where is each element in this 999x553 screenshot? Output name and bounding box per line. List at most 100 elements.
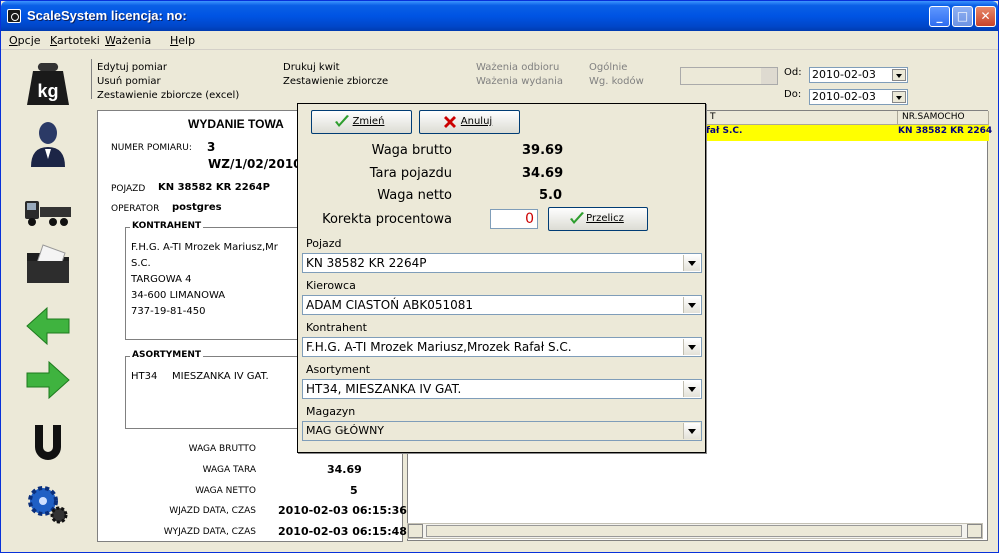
window-title: ScaleSystem licencja: no: xyxy=(27,8,187,23)
arrow-left-icon[interactable] xyxy=(23,301,73,351)
summary-value: 2010-02-03 06:15:36 xyxy=(278,504,407,517)
chevron-down-icon[interactable] xyxy=(683,297,700,313)
contractor-line: S.C. xyxy=(131,258,151,269)
measurement-number-label: NUMER POMIARU: xyxy=(111,143,192,153)
assortment-caption: ASORTYMENT xyxy=(130,350,204,360)
net-weight-value: 5.0 xyxy=(539,188,563,203)
date-from-label: Od: xyxy=(784,67,802,78)
scroll-left-icon[interactable] xyxy=(408,524,423,538)
scroll-right-icon[interactable] xyxy=(967,524,982,538)
summary-label: WAGA NETTO xyxy=(195,486,256,496)
link-delete-measurement[interactable]: Usuń pomiar xyxy=(97,76,161,87)
percent-correction-label: Korekta procentowa xyxy=(322,212,452,227)
left-toolbar: kg xyxy=(15,55,81,545)
change-button[interactable]: Zmień xyxy=(311,110,412,134)
contractor-select[interactable]: F.H.G. A-TI Mrozek Mariusz,Mrozek Rafał … xyxy=(302,337,702,357)
edit-measurement-dialog: Zmień Anuluj Waga brutto 39.69 Tara poja… xyxy=(297,103,706,453)
scroll-thumb[interactable] xyxy=(426,525,962,537)
chevron-down-icon[interactable] xyxy=(683,423,700,439)
operator-value: postgres xyxy=(172,202,222,213)
menu-help[interactable]: Help xyxy=(170,34,195,47)
contractor-caption: KONTRAHENT xyxy=(130,221,204,231)
contractor-line: 34-600 LIMANOWA xyxy=(131,290,226,301)
contractor-line: 737-19-81-450 xyxy=(131,306,206,317)
contractor-field-label: Kontrahent xyxy=(306,321,367,334)
magnet-icon[interactable] xyxy=(23,419,73,469)
cancel-button[interactable]: Anuluj xyxy=(419,110,520,134)
chevron-down-icon[interactable] xyxy=(683,381,700,397)
minimize-button[interactable]: _ xyxy=(929,6,950,27)
assortment-code: HT34 xyxy=(131,371,158,382)
vehicle-label: POJAZD xyxy=(111,184,146,194)
contractor-line: TARGOWA 4 xyxy=(131,274,192,285)
summary-value: 5 xyxy=(350,484,358,497)
table-cell: KN 38582 KR 2264 xyxy=(898,126,993,136)
summary-label: WYJAZD DATA, CZAS xyxy=(163,527,256,537)
title-bar[interactable]: ScaleSystem licencja: no: _ □ ✕ xyxy=(1,1,998,31)
warehouse-field-label: Magazyn xyxy=(306,405,356,418)
link-general[interactable]: Ogólnie xyxy=(589,62,627,73)
date-from-value: 2010-02-03 xyxy=(812,68,876,81)
net-weight-label: Waga netto xyxy=(377,188,452,203)
contractor-line: F.H.G. A-TI Mrozek Mariusz,Mr xyxy=(131,242,278,253)
chevron-down-icon[interactable] xyxy=(683,255,700,271)
close-button[interactable]: ✕ xyxy=(975,6,996,27)
warehouse-select[interactable]: MAG GŁÓWNY xyxy=(302,421,702,441)
date-to-field[interactable]: 2010-02-03 xyxy=(809,89,908,105)
checkmark-icon xyxy=(335,115,349,127)
link-by-codes[interactable]: Wg. kodów xyxy=(589,76,644,87)
column-header[interactable]: T xyxy=(706,111,898,125)
truck-icon[interactable] xyxy=(23,183,73,233)
weight-kg-icon[interactable]: kg xyxy=(23,59,73,109)
menu-bar: Opcje Kartoteki Ważenia Help xyxy=(1,31,998,50)
table-cell: fał S.C. xyxy=(706,126,743,136)
app-icon xyxy=(7,9,21,23)
summary-value: 34.69 xyxy=(327,463,362,476)
summary-label: WAGA TARA xyxy=(202,465,256,475)
link-print-ticket[interactable]: Drukuj kwit xyxy=(283,62,340,73)
link-summary-excel[interactable]: Zestawienie zbiorcze (excel) xyxy=(97,90,239,101)
main-window: ScaleSystem licencja: no: _ □ ✕ Opcje Ka… xyxy=(0,0,999,553)
folder-icon[interactable] xyxy=(23,239,73,289)
filter-type-combo[interactable] xyxy=(680,67,778,85)
chevron-down-icon[interactable] xyxy=(761,68,777,84)
date-from-field[interactable]: 2010-02-03 xyxy=(809,67,908,83)
close-red-icon xyxy=(444,116,456,128)
maximize-button[interactable]: □ xyxy=(952,6,973,27)
operator-icon[interactable] xyxy=(23,119,73,169)
gear-icon[interactable] xyxy=(23,479,73,529)
date-to-value: 2010-02-03 xyxy=(812,90,876,103)
menu-wazenia[interactable]: Ważenia xyxy=(105,34,151,47)
summary-label: WJAZD DATA, CZAS xyxy=(169,506,256,516)
menu-kartoteki[interactable]: Kartoteki xyxy=(50,34,100,47)
driver-select[interactable]: ADAM CIASTOŃ ABK051081 xyxy=(302,295,702,315)
driver-field-label: Kierowca xyxy=(306,279,356,292)
svg-text:kg: kg xyxy=(37,81,58,101)
tare-weight-label: Tara pojazdu xyxy=(369,166,452,181)
chevron-down-icon[interactable] xyxy=(683,339,700,355)
recalculate-button[interactable]: Przelicz xyxy=(548,207,648,231)
summary-value: 2010-02-03 06:15:48 xyxy=(278,525,407,538)
vehicle-select[interactable]: KN 38582 KR 2264P xyxy=(302,253,702,273)
column-header[interactable]: NR.SAMOCHO xyxy=(898,111,989,125)
calendar-dropdown-icon[interactable] xyxy=(892,91,906,103)
measurement-number-value: 3 xyxy=(207,140,216,154)
link-summary[interactable]: Zestawienie zbiorcze xyxy=(283,76,388,87)
document-wz-number: WZ/1/02/2010 xyxy=(208,157,302,171)
link-issue-weighings[interactable]: Ważenia wydania xyxy=(476,76,563,87)
link-receipt-weighings[interactable]: Ważenia odbioru xyxy=(476,62,559,73)
tare-weight-value: 34.69 xyxy=(522,166,564,181)
percent-correction-input[interactable]: 0 xyxy=(490,209,538,229)
assortment-name: MIESZANKA IV GAT. xyxy=(172,371,269,382)
checkmark-icon xyxy=(570,212,584,224)
vehicle-field-label: Pojazd xyxy=(306,237,342,250)
calendar-dropdown-icon[interactable] xyxy=(892,69,906,81)
link-edit-measurement[interactable]: Edytuj pomiar xyxy=(97,62,167,73)
assortment-select[interactable]: HT34, MIESZANKA IV GAT. xyxy=(302,379,702,399)
gross-weight-value: 39.69 xyxy=(522,143,564,158)
arrow-right-icon[interactable] xyxy=(23,355,73,405)
summary-label: WAGA BRUTTO xyxy=(188,444,256,454)
menu-opcje[interactable]: Opcje xyxy=(9,34,41,47)
horizontal-scrollbar[interactable] xyxy=(407,523,983,539)
vehicle-value: KN 38582 KR 2264P xyxy=(158,182,270,193)
